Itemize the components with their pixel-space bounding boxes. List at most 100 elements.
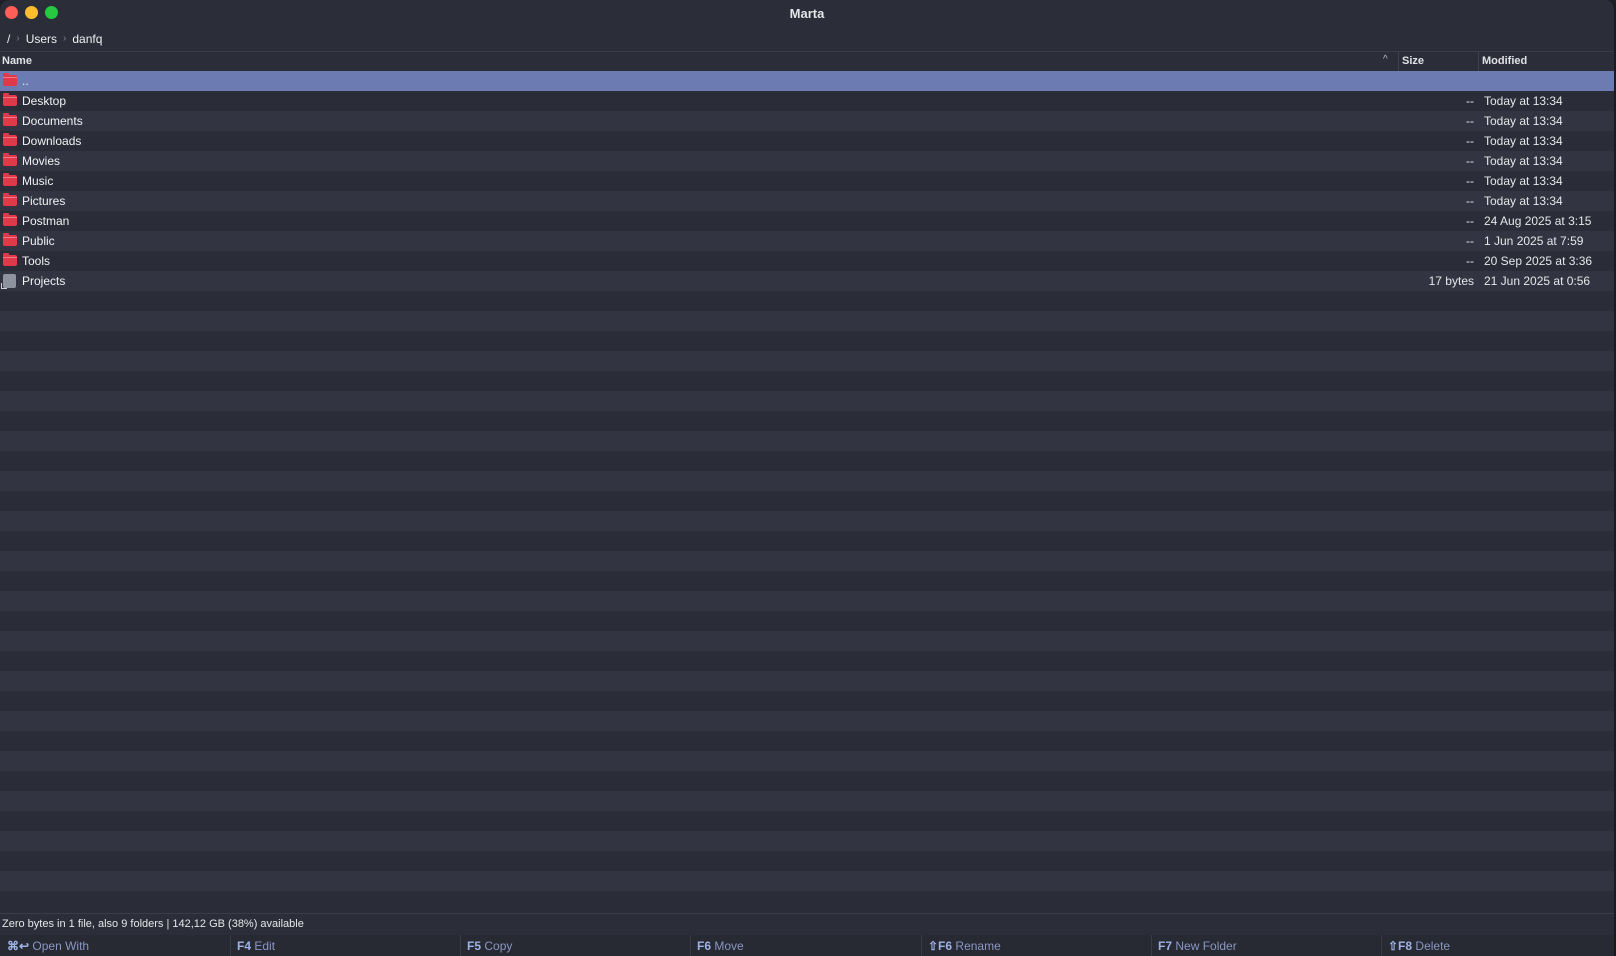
window-title: Marta: [789, 6, 825, 21]
empty-row: [0, 631, 1614, 651]
shortcut-key: ⇧F6: [928, 939, 953, 953]
file-modified: 24 Aug 2025 at 3:15: [1484, 214, 1592, 228]
empty-row: [0, 351, 1614, 371]
move-button[interactable]: F6 Move: [697, 939, 744, 953]
title-bar[interactable]: Marta: [0, 0, 1614, 27]
file-name: Documents: [22, 114, 83, 128]
shortcut-label: Copy: [484, 939, 513, 953]
folder-icon: [3, 213, 17, 226]
folder-icon: [3, 133, 17, 146]
empty-row: [0, 291, 1614, 311]
file-modified: 1 Jun 2025 at 7:59: [1484, 234, 1584, 248]
folder-icon: [3, 93, 17, 106]
status-text: Zero bytes in 1 file, also 9 folders | 1…: [2, 918, 304, 930]
file-size: --: [1466, 94, 1474, 108]
file-row[interactable]: Desktop -- Today at 13:34: [0, 91, 1614, 111]
file-name: Postman: [22, 214, 70, 228]
file-list[interactable]: .. Desktop -- Today at 13:34 Documents -- Toda…: [0, 71, 1614, 911]
divider: [460, 935, 461, 956]
file-size: --: [1466, 134, 1474, 148]
empty-row: [0, 491, 1614, 511]
file-row[interactable]: Public -- 1 Jun 2025 at 7:59: [0, 231, 1614, 251]
empty-row: [0, 551, 1614, 571]
column-divider[interactable]: [1398, 52, 1399, 71]
file-modified: Today at 13:34: [1484, 134, 1563, 148]
empty-row: [0, 331, 1614, 351]
shortcut-key: F4: [237, 939, 252, 953]
shortcut-label: Open With: [32, 939, 90, 953]
copy-button[interactable]: F5 Copy: [467, 939, 512, 953]
empty-row: [0, 431, 1614, 451]
breadcrumb-item-danfq[interactable]: danfq: [68, 32, 106, 46]
empty-row: [0, 771, 1614, 791]
file-row[interactable]: Documents -- Today at 13:34: [0, 111, 1614, 131]
file-modified: Today at 13:34: [1484, 114, 1563, 128]
empty-row: [0, 851, 1614, 871]
function-key-bar: ⌘↩ Open With F4 Edit F5 Copy F6 Move ⇧F6…: [0, 935, 1614, 956]
file-size: --: [1466, 174, 1474, 188]
empty-row: [0, 371, 1614, 391]
file-modified: Today at 13:34: [1484, 94, 1563, 108]
chevron-right-icon: ›: [16, 33, 20, 44]
delete-button[interactable]: ⇧F8 Delete: [1388, 939, 1450, 953]
file-modified: Today at 13:34: [1484, 154, 1563, 168]
shortcut-key: F5: [467, 939, 482, 953]
empty-row: [0, 791, 1614, 811]
column-header-size[interactable]: Size: [1402, 55, 1424, 67]
breadcrumb-item-users[interactable]: Users: [22, 32, 61, 46]
file-modified: 21 Jun 2025 at 0:56: [1484, 274, 1591, 288]
empty-row: [0, 691, 1614, 711]
file-row[interactable]: Music -- Today at 13:34: [0, 171, 1614, 191]
empty-row: [0, 651, 1614, 671]
file-modified: 20 Sep 2025 at 3:36: [1484, 254, 1593, 268]
sort-ascending-icon[interactable]: ^: [1383, 54, 1388, 65]
file-row[interactable]: Downloads -- Today at 13:34: [0, 131, 1614, 151]
file-size: --: [1466, 114, 1474, 128]
folder-icon: [3, 73, 17, 86]
empty-row: [0, 571, 1614, 591]
shortcut-label: Edit: [254, 939, 276, 953]
alias-file-icon: [1, 274, 16, 289]
empty-row: [0, 591, 1614, 611]
empty-row: [0, 471, 1614, 491]
file-size: --: [1466, 234, 1474, 248]
shortcut-key: F7: [1158, 939, 1173, 953]
divider: [1151, 935, 1152, 956]
column-header-name[interactable]: Name: [2, 55, 32, 67]
edit-button[interactable]: F4 Edit: [237, 939, 275, 953]
column-header-modified[interactable]: Modified: [1482, 55, 1527, 67]
file-row[interactable]: ..: [0, 71, 1614, 91]
file-row[interactable]: Movies -- Today at 13:34: [0, 151, 1614, 171]
empty-row: [0, 611, 1614, 631]
empty-row: [0, 391, 1614, 411]
file-row[interactable]: Projects 17 bytes 21 Jun 2025 at 0:56: [0, 271, 1614, 291]
file-name: Public: [22, 234, 55, 248]
breadcrumb-root[interactable]: /: [0, 32, 14, 46]
divider: [1381, 935, 1382, 956]
empty-row: [0, 451, 1614, 471]
column-divider[interactable]: [1478, 52, 1479, 71]
open-with-button[interactable]: ⌘↩ Open With: [7, 939, 89, 953]
file-name: Desktop: [22, 94, 67, 108]
status-bar: Zero bytes in 1 file, also 9 folders | 1…: [0, 913, 1614, 935]
empty-row: [0, 811, 1614, 831]
shortcut-key: ⇧F8: [1388, 939, 1413, 953]
divider: [230, 935, 231, 956]
column-header: Name ^ Size Modified: [0, 51, 1614, 72]
chevron-right-icon: ›: [63, 33, 67, 44]
rename-button[interactable]: ⇧F6 Rename: [928, 939, 1001, 953]
folder-icon: [3, 153, 17, 166]
empty-row: [0, 831, 1614, 851]
file-name: Music: [22, 174, 54, 188]
file-size: 17 bytes: [1428, 274, 1474, 288]
empty-row: [0, 311, 1614, 331]
file-name: Tools: [22, 254, 51, 268]
file-row[interactable]: Pictures -- Today at 13:34: [0, 191, 1614, 211]
shortcut-label: New Folder: [1175, 939, 1237, 953]
empty-row: [0, 871, 1614, 891]
file-row[interactable]: Tools -- 20 Sep 2025 at 3:36: [0, 251, 1614, 271]
empty-row: [0, 411, 1614, 431]
file-name: Pictures: [22, 194, 66, 208]
file-row[interactable]: Postman -- 24 Aug 2025 at 3:15: [0, 211, 1614, 231]
new-folder-button[interactable]: F7 New Folder: [1158, 939, 1237, 953]
